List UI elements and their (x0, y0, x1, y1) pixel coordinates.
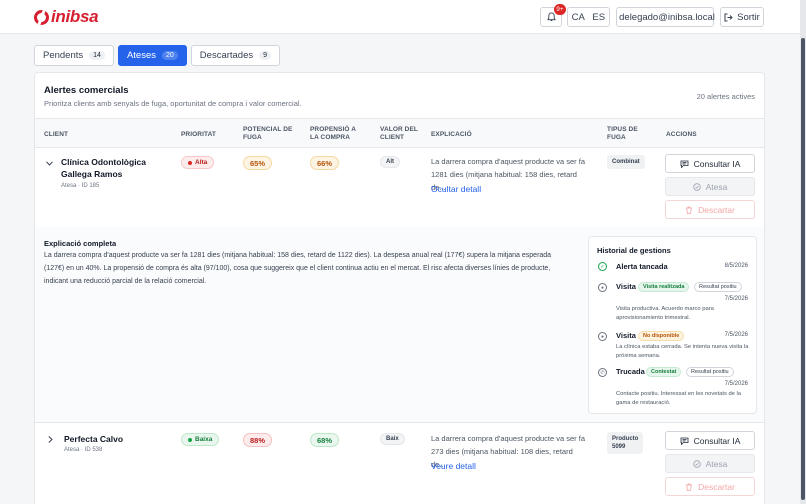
toggle-detail-link[interactable]: Veure detall (431, 461, 476, 471)
consult-ai-button[interactable]: Consultar IA (665, 431, 755, 450)
tab-descartades[interactable]: Descartades 9 (190, 45, 281, 66)
top-bar: inibsa 9+ CA ES delegado@inibsa.local So… (0, 0, 806, 34)
history-title: Historial de gestions (597, 246, 671, 255)
col-accions: ACCIONS (666, 131, 697, 138)
status-tag: Contestat (646, 367, 682, 377)
tipus-badge: Producto 5099 (607, 432, 644, 454)
history-item-name: Alerta tancada (616, 262, 668, 271)
col-tipus: TIPUS DE FUGA (607, 126, 638, 141)
check-circle-icon (692, 182, 701, 191)
history-item-date: 7/5/2026 (724, 296, 748, 302)
mark-attended-button[interactable]: Atesa (665, 454, 755, 473)
logo-mark-icon (34, 9, 49, 25)
priority-badge: Baixa (181, 433, 220, 446)
priority-dot-icon (188, 160, 192, 165)
tab-label: Pendents (43, 50, 84, 61)
status-tag: Visita realitzada (638, 282, 690, 292)
history-item-note: Contacte positiu. Interessat en les nove… (616, 391, 742, 406)
col-explicacio: EXPLICACIÓ (431, 131, 472, 138)
check-icon: ✓ (598, 262, 607, 271)
active-alerts-count: 20 alertes actives (696, 92, 755, 101)
history-item-name: Visita (616, 282, 636, 291)
history-item-name: Trucada (616, 367, 645, 376)
user-menu-button[interactable]: delegado@inibsa.local (616, 7, 715, 27)
tipus-badge: Combinat (607, 155, 645, 169)
chevron-right-icon[interactable] (48, 436, 53, 445)
trash-icon (686, 483, 693, 491)
fuga-score: 88% (243, 433, 273, 447)
page-scrollbar[interactable] (800, 0, 806, 504)
col-propensio: PROPENSIÓ A LA COMPRA (310, 126, 357, 141)
notification-count-badge: 9+ (554, 4, 566, 15)
valor-badge: Baix (380, 433, 405, 445)
tab-pendents[interactable]: Pendents 14 (34, 45, 114, 66)
lang-es-button[interactable]: ES (589, 12, 610, 23)
logo-text: inibsa (51, 7, 99, 26)
result-tag: Resultat positiu (686, 367, 734, 377)
map-pin-icon: ● (598, 332, 607, 341)
tab-count-badge: 9 (259, 51, 272, 60)
card-subtitle: Prioritza clients amb senyals de fuga, o… (44, 99, 302, 108)
trash-icon (686, 206, 693, 214)
history-item-note: La clínica estaba cerrada. Se intenta nu… (616, 344, 749, 359)
priority-badge: Alta (181, 156, 215, 169)
tab-label: Ateses (126, 50, 156, 61)
tab-count-badge: 14 (89, 51, 105, 60)
user-email: delegado@inibsa.local (619, 11, 715, 23)
inibsa-logo[interactable]: inibsa (34, 7, 99, 27)
valor-badge: Alt (380, 156, 400, 168)
history-item-date: 7/5/2026 (724, 332, 748, 338)
history-item-name: Visita (616, 331, 636, 340)
mark-attended-button[interactable]: Atesa (665, 177, 755, 196)
tab-label: Descartades (199, 50, 254, 61)
priority-dot-icon (188, 437, 192, 442)
lang-ca-button[interactable]: CA (568, 12, 589, 23)
col-prioritat: PRIORITAT (181, 131, 216, 138)
notifications-button[interactable]: 9+ (540, 4, 566, 27)
propensio-score: 68% (310, 433, 340, 447)
client-meta: Atesa · ID 538 (64, 447, 103, 453)
check-circle-icon (692, 459, 701, 468)
language-switcher: CA ES (567, 7, 610, 27)
table-header: CLIENT PRIORITAT POTENCIAL DE FUGA PROPEN… (35, 118, 764, 148)
full-explanation-text: La darrera compra d'aquest producte va s… (44, 252, 552, 285)
status-tag: No disponible (638, 331, 685, 341)
col-valor: VALOR DEL CLIENT (380, 126, 418, 141)
chat-icon (680, 160, 689, 168)
discard-button[interactable]: Descartar (665, 200, 755, 219)
chat-icon (680, 437, 689, 445)
client-meta: Atesa · ID 185 (61, 183, 100, 189)
client-name[interactable]: Perfecta Calvo (64, 433, 123, 445)
alerts-card: Alertes comercials Prioritza clients amb… (34, 72, 765, 504)
history-item-date: 7/5/2026 (724, 381, 748, 387)
logout-button[interactable]: Sortir (720, 7, 764, 27)
result-tag: Resultat positiu (694, 282, 742, 292)
logout-icon (724, 13, 733, 21)
phone-icon: ✆ (598, 368, 607, 377)
history-item-note: Visita productiva. Acuerdo marco para ap… (616, 306, 714, 321)
propensio-score: 66% (310, 156, 340, 170)
col-fuga: POTENCIAL DE FUGA (243, 126, 293, 141)
row-divider (35, 422, 764, 423)
tab-count-badge: 20 (162, 51, 178, 60)
toggle-detail-link[interactable]: Ocultar detall (431, 184, 481, 194)
map-pin-icon: ● (598, 283, 607, 292)
fuga-score: 65% (243, 156, 273, 170)
consult-ai-button[interactable]: Consultar IA (665, 154, 755, 173)
status-tabs: Pendents 14 Ateses 20 Descartades 9 (34, 45, 281, 66)
logout-label: Sortir (737, 11, 760, 23)
tab-ateses[interactable]: Ateses 20 (117, 45, 187, 66)
col-client: CLIENT (44, 131, 69, 138)
discard-button[interactable]: Descartar (665, 477, 755, 496)
bell-icon (546, 12, 556, 22)
history-panel: Historial de gestions ✓ Alerta tancada 8… (588, 236, 757, 414)
chevron-down-icon[interactable] (46, 159, 53, 168)
history-item-date: 8/5/2026 (724, 263, 748, 269)
full-explanation-title: Explicació completa (44, 239, 117, 248)
scrollbar-thumb[interactable] (801, 38, 805, 500)
card-title: Alertes comercials (44, 85, 129, 96)
client-name[interactable]: Clínica Odontològica Gallega Ramos (61, 156, 146, 180)
